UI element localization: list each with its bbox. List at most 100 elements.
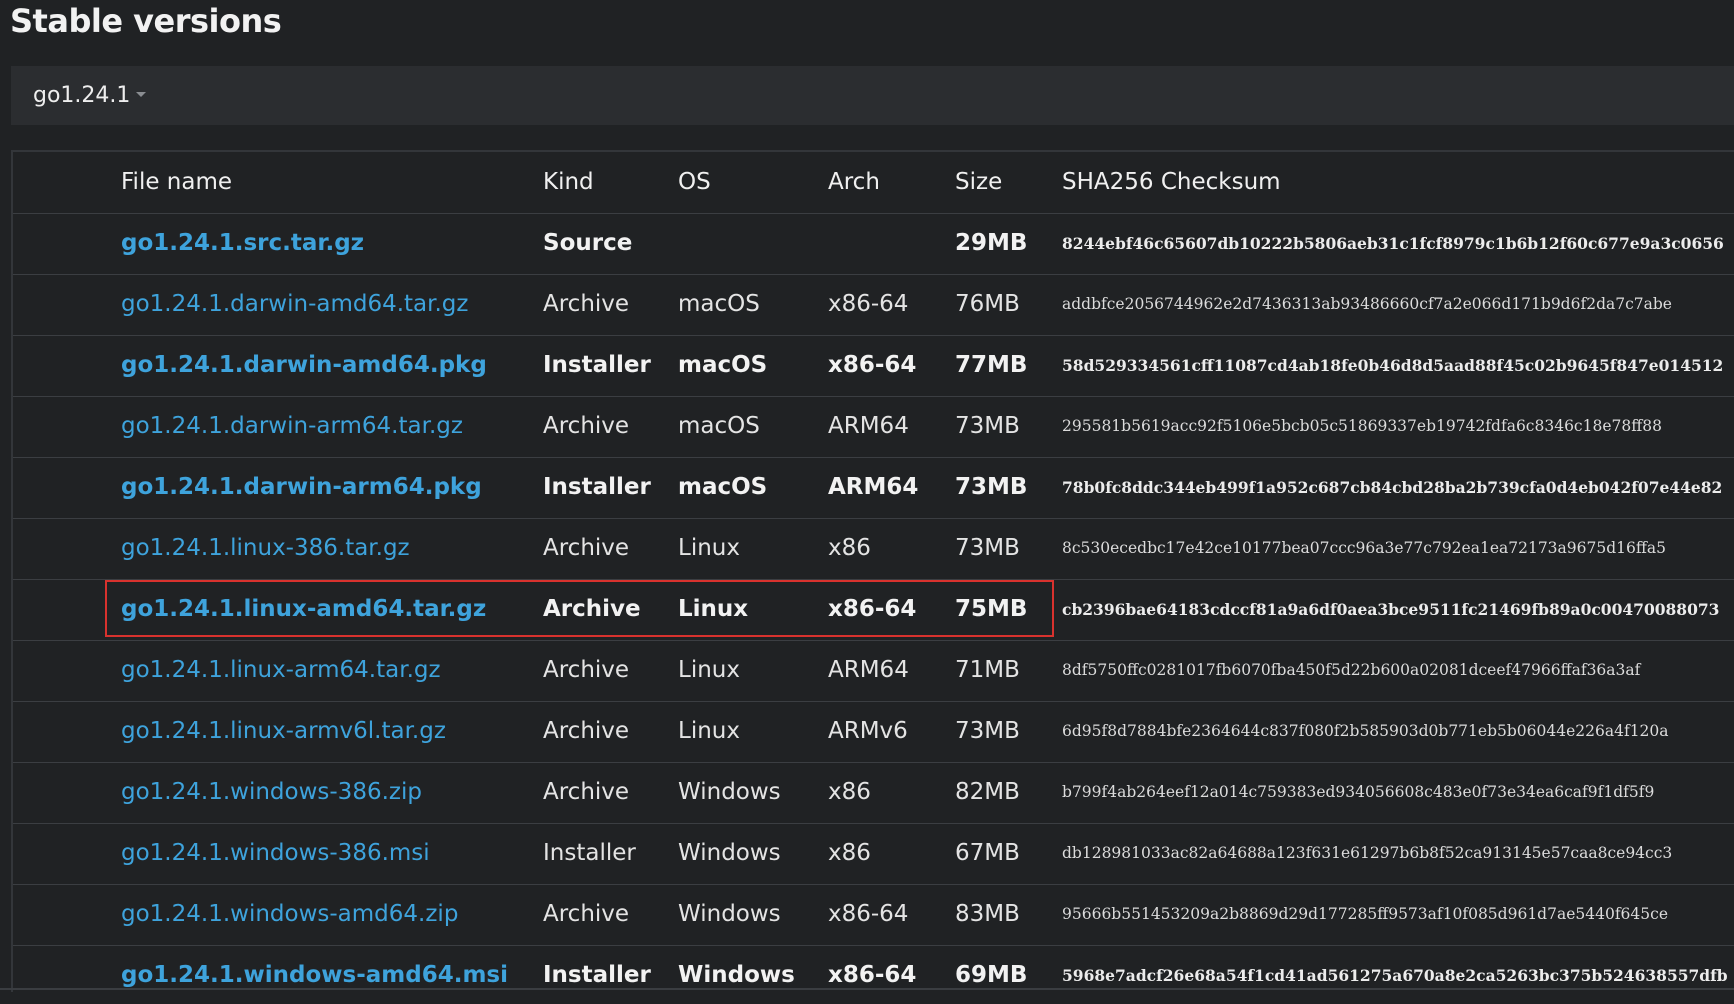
header-kind: Kind	[543, 169, 594, 195]
os-cell: Windows	[678, 901, 781, 927]
file-download-link[interactable]: go1.24.1.windows-386.msi	[121, 823, 430, 884]
size-cell: 29MB	[955, 230, 1028, 256]
file-download-link[interactable]: go1.24.1.linux-armv6l.tar.gz	[121, 701, 446, 762]
file-download-link[interactable]: go1.24.1.darwin-arm64.pkg	[121, 457, 482, 518]
checksum-cell: 95666b551453209a2b8869d29d177285ff9573af…	[1062, 905, 1668, 923]
arch-cell: ARM64	[828, 657, 909, 683]
header-checksum: SHA256 Checksum	[1062, 169, 1281, 195]
size-cell: 69MB	[955, 962, 1028, 988]
kind-cell: Installer	[543, 352, 651, 378]
os-cell: macOS	[678, 352, 768, 378]
downloads-page: Stable versions go1.24.1 File name Kind …	[0, 0, 1734, 1004]
file-download-link[interactable]: go1.24.1.darwin-amd64.pkg	[121, 335, 487, 396]
kind-cell: Archive	[543, 291, 630, 317]
arch-cell: x86	[828, 535, 871, 561]
version-selector-bar: go1.24.1	[11, 66, 1734, 125]
os-cell: macOS	[678, 413, 760, 439]
checksum-cell: 8df5750ffc0281017fb6070fba450f5d22b600a0…	[1062, 661, 1641, 679]
version-dropdown-label: go1.24.1	[33, 83, 131, 108]
checksum-cell: 8c530ecedbc17e42ce10177bea07ccc96a3e77c7…	[1062, 539, 1666, 557]
file-download-link[interactable]: go1.24.1.src.tar.gz	[121, 213, 364, 274]
size-cell: 67MB	[955, 840, 1020, 866]
arch-cell: ARMv6	[828, 718, 908, 744]
file-download-link[interactable]: go1.24.1.windows-386.zip	[121, 762, 422, 823]
size-cell: 77MB	[955, 352, 1028, 378]
size-cell: 73MB	[955, 474, 1028, 500]
arch-cell: ARM64	[828, 474, 919, 500]
header-os: OS	[678, 169, 711, 195]
size-cell: 73MB	[955, 535, 1020, 561]
page-heading: Stable versions	[10, 2, 282, 40]
table-row: go1.24.1.darwin-arm64.pkg Installer macO…	[13, 457, 1734, 519]
table-row: go1.24.1.windows-386.zip Archive Windows…	[13, 762, 1734, 824]
os-cell: Linux	[678, 718, 740, 744]
checksum-cell: 295581b5619acc92f5106e5bcb05c51869337eb1…	[1062, 417, 1662, 435]
checksum-cell: b799f4ab264eef12a014c759383ed934056608c4…	[1062, 783, 1655, 801]
table-row: go1.24.1.windows-amd64.msi Installer Win…	[13, 945, 1734, 992]
os-cell: Windows	[678, 779, 781, 805]
kind-cell: Archive	[543, 718, 630, 744]
checksum-cell: 78b0fc8ddc344eb499f1a952c687cb84cbd28ba2…	[1062, 478, 1723, 497]
header-arch: Arch	[828, 169, 880, 195]
size-cell: 73MB	[955, 718, 1020, 744]
table-row: go1.24.1.linux-386.tar.gz Archive Linux …	[13, 518, 1734, 580]
checksum-cell: addbfce2056744962e2d7436313ab93486660cf7…	[1062, 295, 1672, 313]
os-cell: Windows	[678, 962, 795, 988]
table-row: go1.24.1.windows-386.msi Installer Windo…	[13, 823, 1734, 885]
os-cell: macOS	[678, 474, 768, 500]
header-file-name: File name	[121, 169, 233, 195]
size-cell: 71MB	[955, 657, 1020, 683]
size-cell: 82MB	[955, 779, 1020, 805]
file-download-link[interactable]: go1.24.1.linux-amd64.tar.gz	[121, 579, 486, 640]
table-header-row: File name Kind OS Arch Size SHA256 Check…	[13, 152, 1734, 214]
arch-cell: ARM64	[828, 413, 909, 439]
kind-cell: Archive	[543, 596, 641, 622]
os-cell: Linux	[678, 535, 740, 561]
os-cell: macOS	[678, 291, 760, 317]
caret-down-icon	[136, 91, 147, 97]
file-download-link[interactable]: go1.24.1.linux-386.tar.gz	[121, 518, 410, 579]
table-row: go1.24.1.darwin-amd64.tar.gz Archive mac…	[13, 274, 1734, 336]
arch-cell: x86	[828, 840, 871, 866]
table-row: go1.24.1.linux-arm64.tar.gz Archive Linu…	[13, 640, 1734, 702]
arch-cell: x86	[828, 779, 871, 805]
kind-cell: Archive	[543, 901, 630, 927]
arch-cell: x86-64	[828, 962, 917, 988]
file-download-link[interactable]: go1.24.1.linux-arm64.tar.gz	[121, 640, 441, 701]
kind-cell: Installer	[543, 962, 651, 988]
size-cell: 83MB	[955, 901, 1020, 927]
size-cell: 75MB	[955, 596, 1028, 622]
size-cell: 73MB	[955, 413, 1020, 439]
file-download-link[interactable]: go1.24.1.windows-amd64.msi	[121, 945, 508, 992]
page-bottom-divider	[0, 988, 1734, 990]
header-size: Size	[955, 169, 1003, 195]
checksum-cell: 5968e7adcf26e68a54f1cd41ad561275a670a8e2…	[1062, 966, 1728, 985]
kind-cell: Archive	[543, 535, 630, 561]
table-row: go1.24.1.darwin-arm64.tar.gz Archive mac…	[13, 396, 1734, 458]
file-download-link[interactable]: go1.24.1.darwin-arm64.tar.gz	[121, 396, 463, 457]
kind-cell: Archive	[543, 413, 630, 439]
table-row: go1.24.1.linux-armv6l.tar.gz Archive Lin…	[13, 701, 1734, 763]
version-dropdown[interactable]: go1.24.1	[33, 81, 147, 111]
table-row: go1.24.1.src.tar.gz Source 29MB 8244ebf4…	[13, 213, 1734, 275]
os-cell: Linux	[678, 657, 740, 683]
kind-cell: Installer	[543, 840, 636, 866]
checksum-cell: cb2396bae64183cdccf81a9a6df0aea3bce9511f…	[1062, 600, 1720, 619]
checksum-cell: 8244ebf46c65607db10222b5806aeb31c1fcf897…	[1062, 234, 1724, 253]
checksum-cell: 58d529334561cff11087cd4ab18fe0b46d8d5aad…	[1062, 356, 1724, 375]
kind-cell: Installer	[543, 474, 651, 500]
table-row: go1.24.1.darwin-amd64.pkg Installer macO…	[13, 335, 1734, 397]
checksum-cell: db128981033ac82a64688a123f631e61297b6b8f…	[1062, 844, 1673, 862]
kind-cell: Archive	[543, 657, 630, 683]
arch-cell: x86-64	[828, 352, 917, 378]
arch-cell: x86-64	[828, 901, 909, 927]
table-row-highlighted: go1.24.1.linux-amd64.tar.gz Archive Linu…	[13, 579, 1734, 641]
kind-cell: Archive	[543, 779, 630, 805]
kind-cell: Source	[543, 230, 633, 256]
os-cell: Windows	[678, 840, 781, 866]
file-download-link[interactable]: go1.24.1.windows-amd64.zip	[121, 884, 458, 945]
file-download-link[interactable]: go1.24.1.darwin-amd64.tar.gz	[121, 274, 468, 335]
checksum-cell: 6d95f8d7884bfe2364644c837f080f2b585903d0…	[1062, 722, 1669, 740]
downloads-table: File name Kind OS Arch Size SHA256 Check…	[11, 150, 1734, 992]
arch-cell: x86-64	[828, 291, 909, 317]
